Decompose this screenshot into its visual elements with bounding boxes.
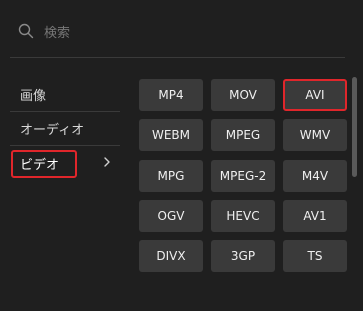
format-button-label: TS [307,249,323,263]
format-button-label: DIVX [156,249,186,263]
format-button-label: MP4 [158,88,184,102]
format-button-m4v[interactable]: M4V [283,160,347,192]
search-input[interactable] [42,24,326,42]
sidebar-item-image[interactable]: 画像 [10,78,120,112]
format-button-label: M4V [301,169,329,183]
format-button-label: MPEG [225,128,261,142]
sidebar-item-video[interactable]: ビデオ [10,146,120,180]
chevron-right-icon [100,155,114,169]
sidebar-item-audio[interactable]: オーディオ [10,112,120,146]
category-sidebar: 画像 オーディオ ビデオ [10,78,120,180]
format-button-label: MOV [229,88,257,102]
search-bar[interactable] [18,20,338,46]
format-button-label: AVI [305,88,325,102]
format-button-mpeg-2[interactable]: MPEG-2 [211,160,275,192]
format-button-mov[interactable]: MOV [211,79,275,111]
format-button-label: WMV [299,128,331,142]
format-button-label: WEBM [151,128,191,142]
format-button-hevc[interactable]: HEVC [211,200,275,232]
format-button-mp4[interactable]: MP4 [139,79,203,111]
format-button-label: OGV [157,209,185,223]
sidebar-item-label: オーディオ [20,123,85,138]
format-button-divx[interactable]: DIVX [139,240,203,272]
format-button-3gp[interactable]: 3GP [211,240,275,272]
selection-highlight [11,150,77,178]
search-icon [18,23,34,43]
format-button-mpeg[interactable]: MPEG [211,119,275,151]
format-button-wmv[interactable]: WMV [283,119,347,151]
format-button-av1[interactable]: AV1 [283,200,347,232]
format-button-label: HEVC [226,209,260,223]
format-button-ogv[interactable]: OGV [139,200,203,232]
scrollbar-thumb[interactable] [352,77,357,177]
format-button-label: MPG [157,169,185,183]
format-button-mpg[interactable]: MPG [139,160,203,192]
format-picker-panel: 画像 オーディオ ビデオ MP4 MOV AVI WEBM MPEG WMV MPG MPEG… [0,0,363,311]
format-button-label: 3GP [230,249,256,263]
search-divider [10,57,345,58]
format-button-ts[interactable]: TS [283,240,347,272]
format-button-avi[interactable]: AVI [283,79,347,111]
format-button-label: MPEG-2 [219,169,267,183]
format-button-webm[interactable]: WEBM [139,119,203,151]
format-button-label: AV1 [303,209,327,223]
sidebar-item-label: 画像 [20,89,47,104]
